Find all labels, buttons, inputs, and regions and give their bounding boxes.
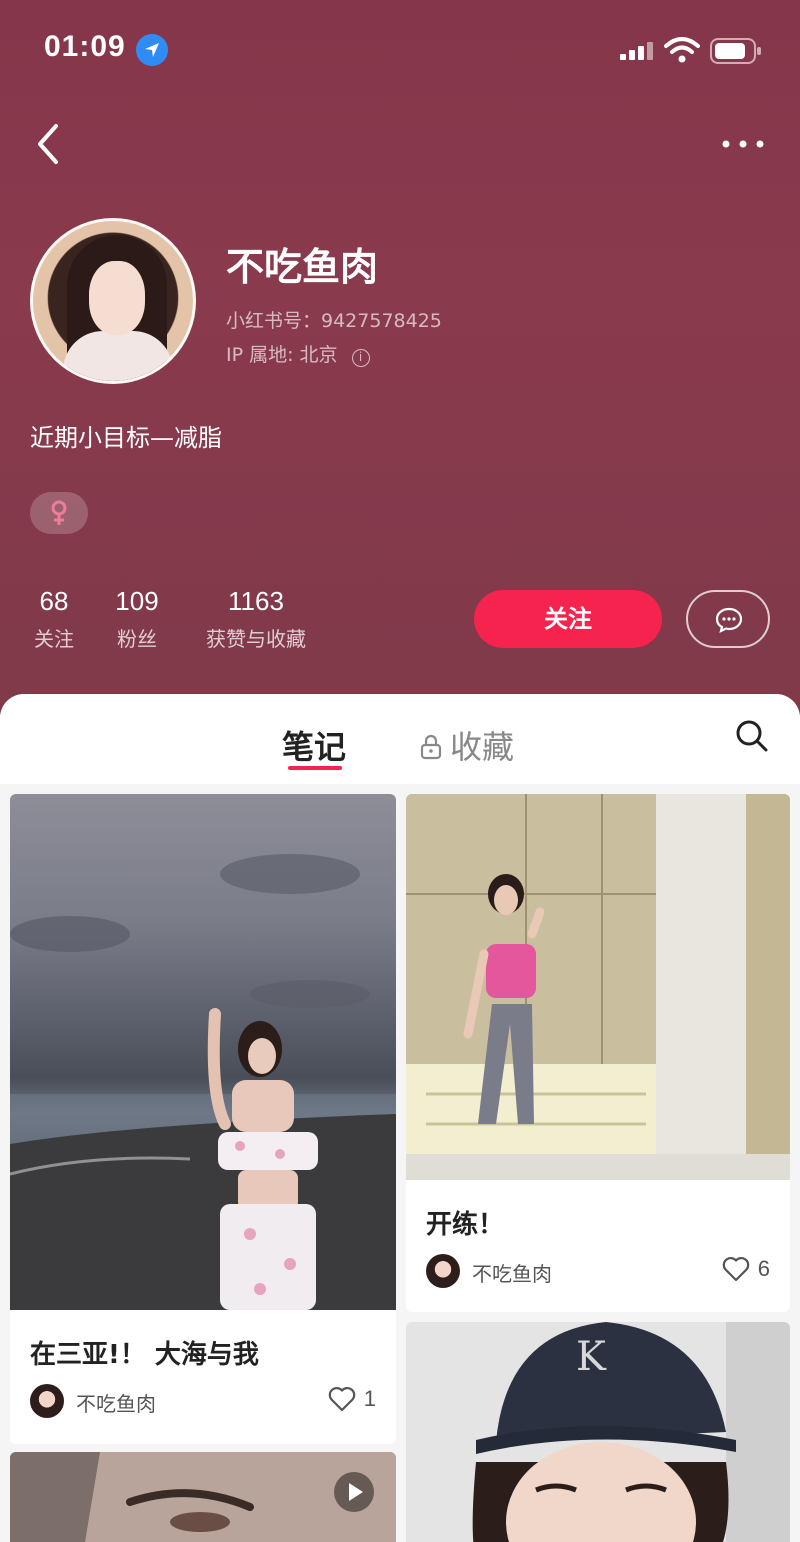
note-card[interactable]: 在三亚!！ 大海与我 不吃鱼肉 1 [10, 794, 396, 1444]
author-avatar[interactable] [30, 1384, 64, 1418]
follow-button[interactable]: 关注 [474, 590, 662, 648]
like-count: 6 [757, 1256, 770, 1281]
more-icon[interactable] [718, 136, 768, 152]
message-icon [715, 607, 743, 634]
stat-value: 109 [115, 586, 159, 616]
stat-label: 关注 [34, 627, 74, 651]
back-icon[interactable] [30, 120, 70, 170]
profile-bio: 近期小目标—减脂 [30, 424, 222, 452]
female-icon [51, 500, 67, 525]
location-icon [136, 34, 168, 66]
tab-collections-label: 收藏 [450, 728, 515, 766]
gender-tag [30, 492, 88, 534]
note-card[interactable]: K [406, 1322, 790, 1542]
stat-value: 1163 [228, 586, 284, 616]
active-tab-indicator [288, 766, 342, 770]
status-bar: 01:09 [0, 0, 800, 100]
notes-panel: 笔记 收藏 在三亚!！ 大海与我 不吃鱼肉 1 开练！ 不吃鱼肉 6 K [0, 694, 800, 1542]
stat-followers[interactable]: 109 粉丝 [110, 586, 164, 652]
battery-icon [710, 38, 761, 64]
status-time: 01:09 [44, 30, 126, 63]
note-title: 在三亚!！ 大海与我 [30, 1340, 259, 1370]
note-cover-image [10, 794, 396, 1310]
search-icon[interactable] [734, 718, 770, 754]
ip-location-text: IP 属地: 北京 [226, 344, 338, 366]
author-avatar[interactable] [426, 1254, 460, 1288]
heart-icon [328, 1387, 355, 1412]
lock-icon [420, 734, 442, 760]
stat-label: 粉丝 [117, 627, 157, 651]
tab-collections[interactable]: 收藏 [420, 722, 514, 768]
svg-text:K: K [576, 1334, 607, 1380]
stat-label: 获赞与收藏 [206, 627, 306, 651]
note-card[interactable]: 开练！ 不吃鱼肉 6 [406, 794, 790, 1312]
author-name[interactable]: 不吃鱼肉 [472, 1258, 552, 1287]
profile-header: 01:09 不吃鱼肉 小红书号：9427578425 IP 属地: 北京 i 近… [0, 0, 800, 720]
tab-bar: 笔记 收藏 [0, 694, 800, 784]
like-button[interactable]: 6 [722, 1256, 770, 1282]
profile-red-id: 小红书号：9427578425 [226, 310, 442, 332]
heart-icon [722, 1257, 749, 1282]
tab-notes[interactable]: 笔记 [282, 722, 346, 768]
stat-following[interactable]: 68 关注 [30, 586, 78, 652]
video-play-icon [334, 1472, 374, 1512]
note-cover-image: K [406, 1322, 790, 1542]
profile-avatar[interactable] [30, 218, 196, 384]
like-button[interactable]: 1 [328, 1386, 376, 1412]
stat-value: 68 [39, 586, 69, 616]
profile-ip-location: IP 属地: 北京 i [226, 340, 370, 367]
wifi-icon [664, 37, 700, 63]
info-icon[interactable]: i [351, 349, 370, 367]
like-count: 1 [363, 1386, 376, 1411]
author-name[interactable]: 不吃鱼肉 [76, 1388, 156, 1417]
note-card[interactable] [10, 1452, 396, 1542]
note-title: 开练！ [426, 1210, 505, 1240]
profile-nickname: 不吃鱼肉 [226, 245, 379, 289]
note-cover-image [406, 794, 790, 1180]
stat-likes-collections[interactable]: 1163 获赞与收藏 [196, 586, 316, 652]
message-button[interactable] [686, 590, 770, 648]
signal-icon [620, 42, 653, 60]
